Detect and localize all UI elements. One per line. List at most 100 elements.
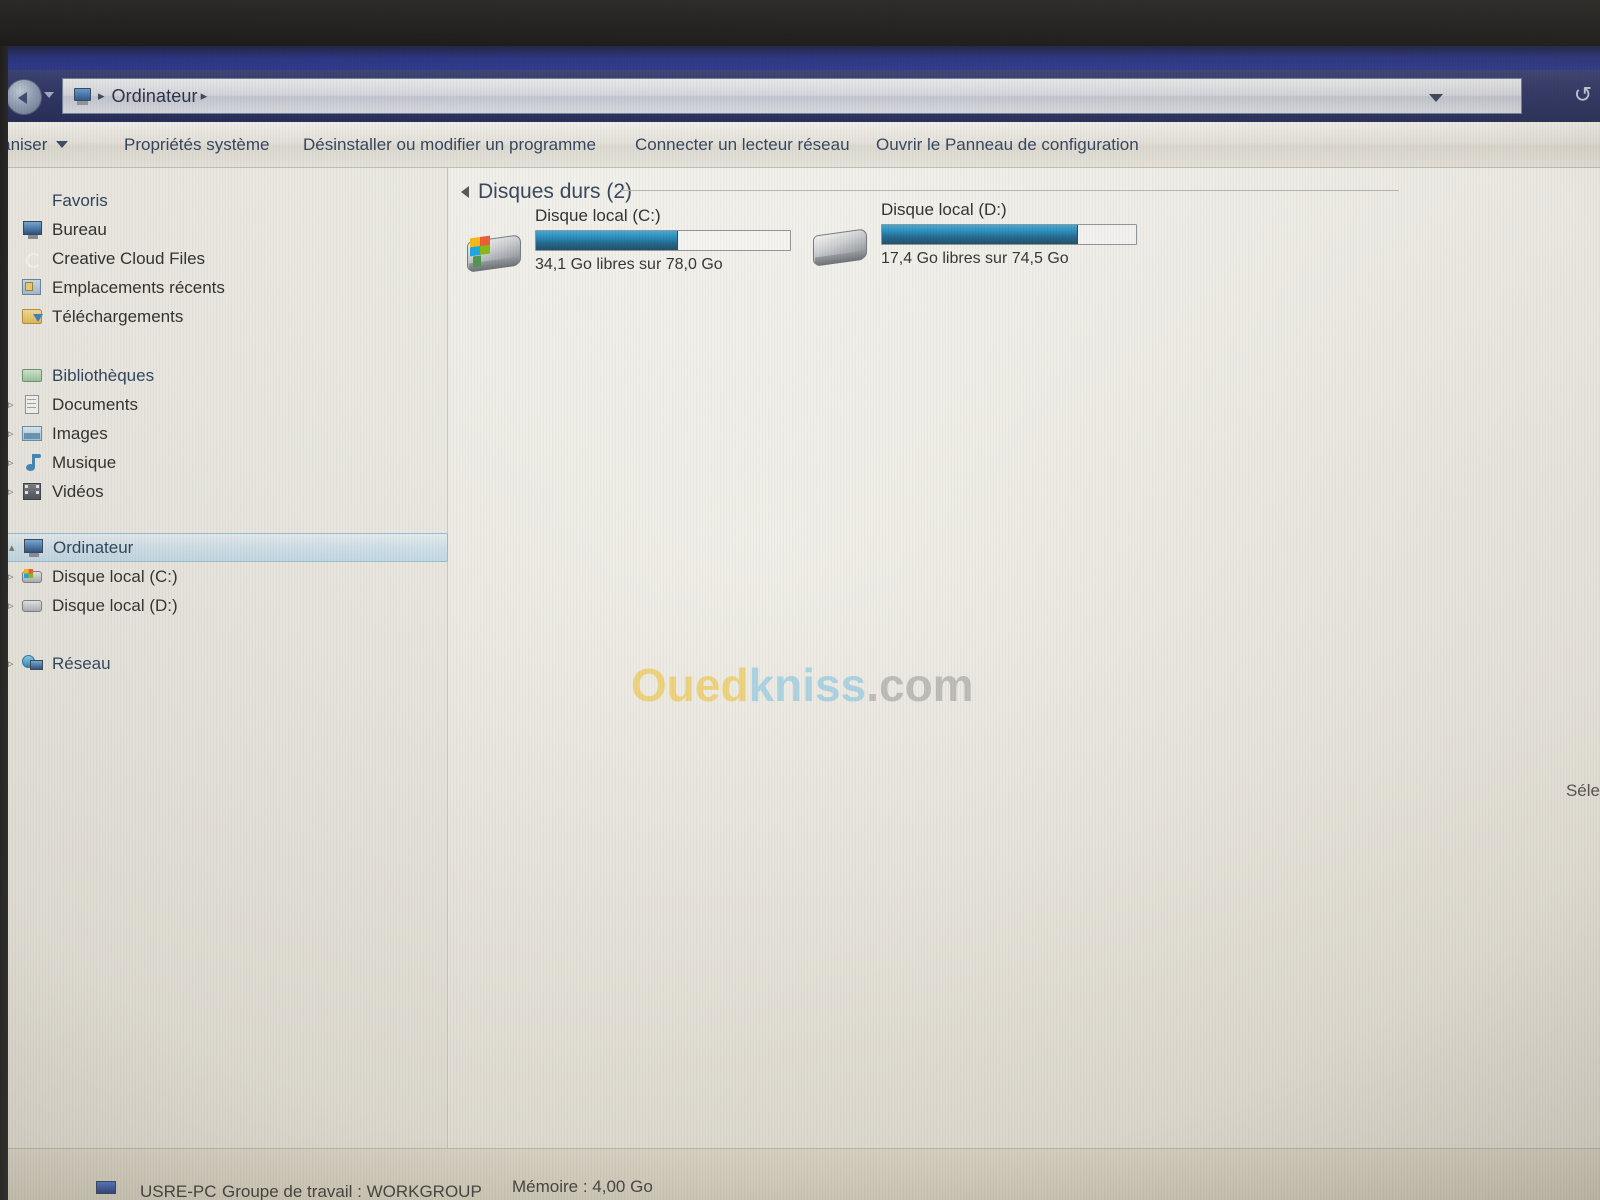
collapse-caret-icon[interactable]	[461, 186, 469, 198]
breadcrumb-item-ordinateur[interactable]: Ordinateur	[112, 86, 198, 107]
drive-item-d[interactable]: Disque local (D:) 17,4 Go libres sur 74,…	[807, 200, 1137, 278]
open-control-panel-button[interactable]: Ouvrir le Panneau de configuration	[876, 135, 1139, 155]
system-properties-button[interactable]: Propriétés système	[124, 135, 270, 155]
watermark-part-1: Oued	[631, 659, 749, 711]
sidebar-item-documents[interactable]: ▹ Documents	[0, 390, 448, 419]
breadcrumb[interactable]: ▸ Ordinateur ▸	[62, 78, 1522, 114]
back-arrow-icon	[18, 92, 27, 104]
breadcrumb-separator: ▸	[98, 88, 105, 103]
drive-usage-fill	[536, 231, 679, 250]
drive-name: Disque local (C:)	[535, 206, 661, 225]
drive-usage-fill	[882, 225, 1078, 244]
back-button[interactable]	[6, 79, 42, 115]
refresh-icon[interactable]: ↺	[1568, 82, 1598, 108]
sidebar-item-videos[interactable]: ▹ Vidéos	[0, 477, 448, 506]
creative-cloud-icon	[22, 249, 44, 269]
status-workgroup: Groupe de travail : WORKGROUP	[222, 1182, 482, 1200]
libraries-icon	[22, 366, 44, 386]
expander-icon[interactable]: ▹	[8, 570, 22, 583]
expander-icon[interactable]: ▹	[8, 599, 22, 612]
sidebar-label: Ordinateur	[53, 537, 134, 557]
command-toolbar: rganiser Propriétés système Désinstaller…	[0, 122, 1600, 168]
sidebar-label: Réseau	[52, 653, 111, 673]
chevron-down-icon[interactable]	[1429, 94, 1443, 102]
network-icon	[22, 654, 44, 674]
watermark-part-2: kniss	[748, 659, 867, 711]
desktop-background-strip	[0, 46, 1600, 72]
drive-usage-bar	[535, 230, 791, 251]
expander-icon[interactable]: ▹	[8, 456, 22, 469]
sidebar-label: Emplacements récents	[52, 277, 225, 297]
videos-icon	[22, 482, 44, 502]
expander-icon[interactable]: ▹	[8, 427, 22, 440]
sidebar-label: Disque local (D:)	[52, 595, 178, 615]
computer-icon	[23, 538, 45, 558]
sidebar-label: Creative Cloud Files	[52, 248, 206, 268]
uninstall-program-button[interactable]: Désinstaller ou modifier un programme	[303, 135, 596, 155]
expander-icon[interactable]: ▹	[8, 657, 22, 670]
explorer-window: ▸ Ordinateur ▸ ↺ rganiser Propriétés sys…	[0, 70, 1600, 1200]
hard-drive-icon	[807, 222, 873, 278]
drive-usage-bar	[881, 224, 1137, 245]
sidebar-item-disque-local-d[interactable]: ▹ Disque local (D:)	[0, 591, 448, 620]
details-pane-cutoff-label: Séle	[1565, 781, 1600, 800]
sidebar-header-favoris[interactable]: Favoris	[0, 186, 448, 215]
content-pane: Disques durs (2) Disque local (C:) 34,1 …	[449, 168, 1600, 1200]
expander-icon[interactable]: ▹	[8, 398, 22, 411]
drive-free-space: 34,1 Go libres sur 78,0 Go	[535, 256, 723, 273]
map-network-drive-button[interactable]: Connecter un lecteur réseau	[635, 135, 850, 155]
downloads-folder-icon	[22, 307, 44, 327]
navigation-pane: Favoris Bureau Creative Cloud Files Empl…	[0, 168, 448, 1200]
desktop-monitor-icon	[22, 220, 44, 240]
expander-icon[interactable]: ▴	[9, 541, 23, 554]
window-body: Favoris Bureau Creative Cloud Files Empl…	[0, 168, 1600, 1200]
sidebar-item-telechargements[interactable]: Téléchargements	[0, 302, 448, 331]
address-bar: ▸ Ordinateur ▸ ↺	[0, 70, 1600, 122]
hard-drive-icon	[22, 596, 44, 616]
sidebar-item-emplacements-recents[interactable]: Emplacements récents	[0, 273, 448, 302]
music-icon	[22, 453, 44, 473]
documents-icon	[22, 394, 44, 415]
sidebar-label: Favoris	[52, 190, 108, 210]
status-bar: USRE-PC Groupe de travail : WORKGROUP Mé…	[0, 1148, 1600, 1200]
sidebar-label: Images	[52, 423, 108, 443]
sidebar-label: Vidéos	[52, 481, 104, 501]
sidebar-label: Musique	[52, 452, 117, 472]
watermark-part-3: .com	[866, 659, 974, 711]
status-memory: Mémoire : 4,00 Go	[512, 1177, 653, 1196]
breadcrumb-separator-trailing[interactable]: ▸	[201, 88, 208, 104]
recent-places-icon	[22, 278, 44, 298]
hard-drive-windows-icon	[22, 567, 44, 587]
recent-pages-dropdown-icon[interactable]	[44, 92, 54, 98]
star-icon	[22, 191, 44, 211]
sidebar-label: Disque local (C:)	[52, 566, 178, 586]
organize-button[interactable]: rganiser	[0, 135, 69, 155]
sidebar-item-ordinateur[interactable]: ▴ Ordinateur	[0, 533, 448, 562]
sidebar-item-images[interactable]: ▹ Images	[0, 419, 448, 448]
computer-icon	[96, 1181, 118, 1197]
sidebar-item-disque-local-c[interactable]: ▹ Disque local (C:)	[0, 562, 448, 591]
drive-item-c[interactable]: Disque local (C:) 34,1 Go libres sur 78,…	[461, 206, 791, 284]
sidebar-label: Bibliothèques	[52, 365, 155, 385]
sidebar-header-bibliotheques[interactable]: Bibliothèques	[0, 361, 448, 390]
status-pc-name: USRE-PC	[140, 1182, 217, 1200]
sidebar-item-creative-cloud-files[interactable]: Creative Cloud Files	[0, 244, 448, 273]
screen-bezel-top	[0, 0, 1600, 46]
computer-icon	[71, 87, 91, 105]
sidebar-label: Documents	[52, 394, 138, 414]
group-separator	[621, 190, 1399, 191]
expander-icon[interactable]: ▹	[8, 485, 22, 498]
drive-free-space: 17,4 Go libres sur 74,5 Go	[881, 250, 1069, 267]
chevron-down-icon	[56, 141, 69, 148]
drive-name: Disque local (D:)	[881, 200, 1007, 219]
sidebar-label: Bureau	[52, 219, 107, 239]
pictures-icon	[22, 424, 44, 444]
sidebar-item-musique[interactable]: ▹ Musique	[0, 448, 448, 477]
hard-drive-windows-icon	[461, 228, 527, 284]
ouedkniss-watermark: Ouedkniss.com	[631, 658, 974, 712]
sidebar-label: Téléchargements	[52, 306, 184, 326]
sidebar-item-reseau[interactable]: ▹ Réseau	[0, 649, 448, 678]
group-title: Disques durs (2)	[478, 180, 633, 203]
screen-bezel-left	[0, 46, 8, 1200]
sidebar-item-bureau[interactable]: Bureau	[0, 215, 448, 244]
